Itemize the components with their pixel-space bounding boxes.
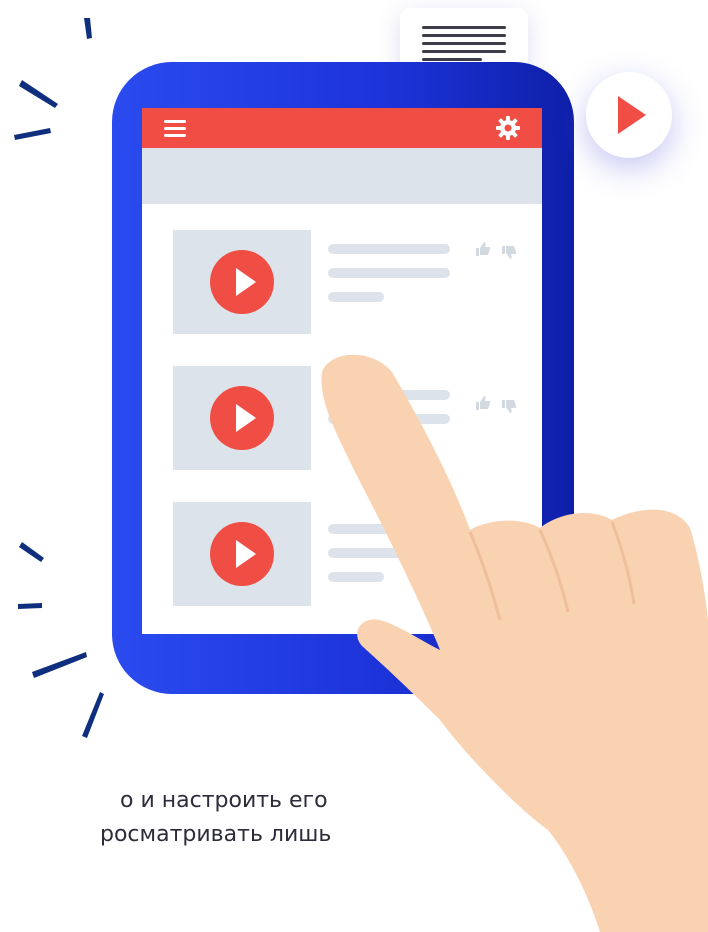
- caption: о и настроить его росматривать лишь: [100, 784, 420, 852]
- caption-line: о и настроить его: [120, 788, 328, 813]
- caption-line: росматривать лишь: [100, 822, 332, 847]
